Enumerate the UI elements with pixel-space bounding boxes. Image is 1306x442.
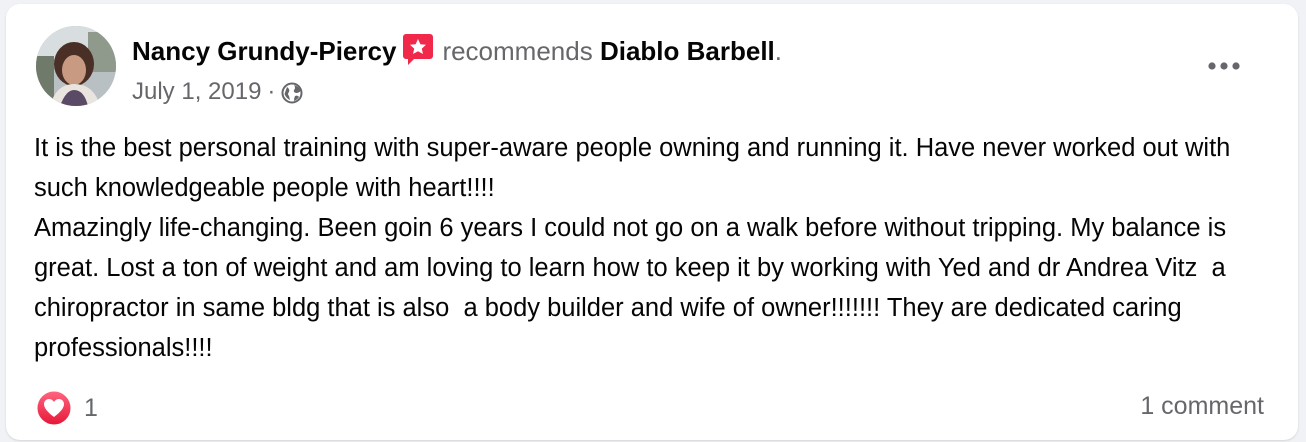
- post-paragraph: It is the best personal training with su…: [34, 134, 1238, 202]
- post-date[interactable]: July 1, 2019: [132, 76, 261, 108]
- more-options-icon: [1208, 62, 1240, 70]
- reactions-summary[interactable]: 1: [36, 390, 98, 426]
- post-meta: July 1, 2019 ·: [132, 76, 303, 108]
- post-header: Nancy Grundy-Piercy recommends Diablo Ba…: [132, 32, 782, 68]
- reaction-count: 1: [84, 393, 98, 422]
- author-name[interactable]: Nancy Grundy-Piercy: [132, 36, 396, 66]
- post-body: It is the best personal training with su…: [34, 128, 1284, 368]
- love-reaction-icon: [36, 390, 72, 426]
- avatar-photo: [36, 26, 116, 106]
- meta-separator: ·: [267, 78, 276, 105]
- recommendation-star-icon: [402, 32, 434, 66]
- page-name-link[interactable]: Diablo Barbell: [600, 36, 775, 66]
- post-paragraph: Amazingly life-changing. Been goin 6 yea…: [34, 214, 1234, 362]
- review-card: Nancy Grundy-Piercy recommends Diablo Ba…: [6, 4, 1298, 440]
- globe-icon[interactable]: [281, 81, 303, 104]
- avatar[interactable]: [36, 26, 116, 106]
- page-name-suffix: .: [774, 36, 783, 66]
- recommends-text: recommends: [442, 36, 593, 66]
- more-options-button[interactable]: [1202, 48, 1246, 84]
- comments-count-link[interactable]: 1 comment: [1140, 392, 1264, 421]
